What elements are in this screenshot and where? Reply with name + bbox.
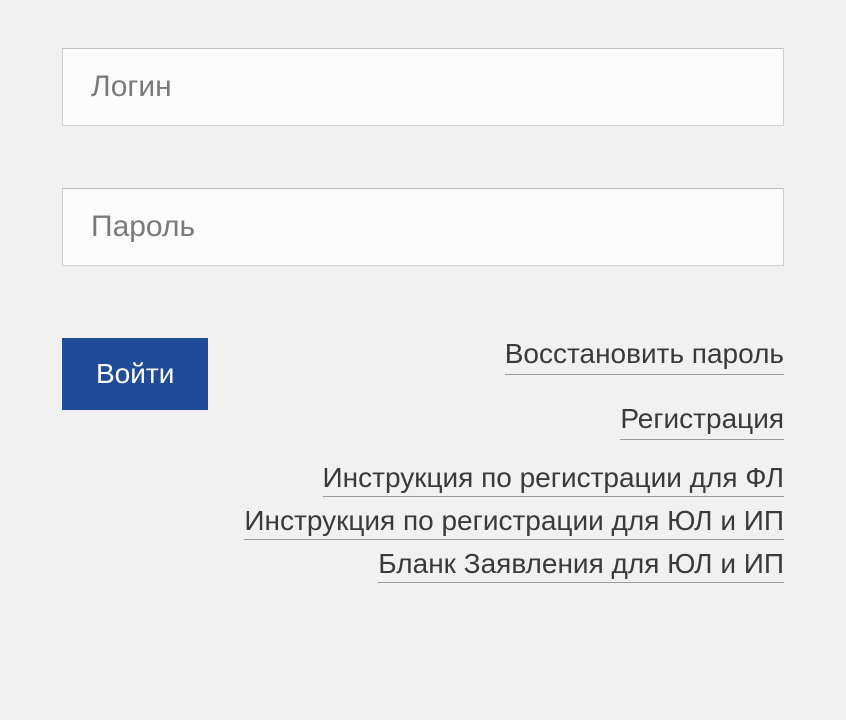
secondary-links: Инструкция по регистрации для ФЛ Инструк… bbox=[244, 462, 784, 591]
registration-link[interactable]: Регистрация bbox=[620, 403, 784, 440]
login-input[interactable] bbox=[62, 48, 784, 126]
instruction-ul-ip-link[interactable]: Инструкция по регистрации для ЮЛ и ИП bbox=[244, 505, 784, 540]
restore-password-link[interactable]: Восстановить пароль bbox=[505, 338, 784, 375]
login-form: Войти Восстановить пароль Регистрация Ин… bbox=[62, 48, 784, 440]
links-column: Восстановить пароль Регистрация bbox=[505, 338, 784, 440]
login-button[interactable]: Войти bbox=[62, 338, 208, 410]
instruction-fl-link[interactable]: Инструкция по регистрации для ФЛ bbox=[323, 462, 784, 497]
password-input[interactable] bbox=[62, 188, 784, 266]
actions-row: Войти Восстановить пароль Регистрация bbox=[62, 338, 784, 440]
blank-ul-ip-link[interactable]: Бланк Заявления для ЮЛ и ИП bbox=[378, 548, 784, 583]
